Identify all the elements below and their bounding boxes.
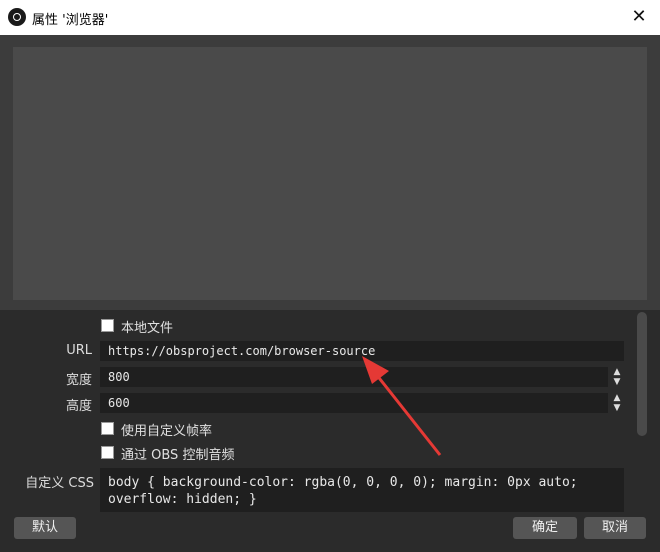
red-arrow-icon [362, 356, 442, 456]
